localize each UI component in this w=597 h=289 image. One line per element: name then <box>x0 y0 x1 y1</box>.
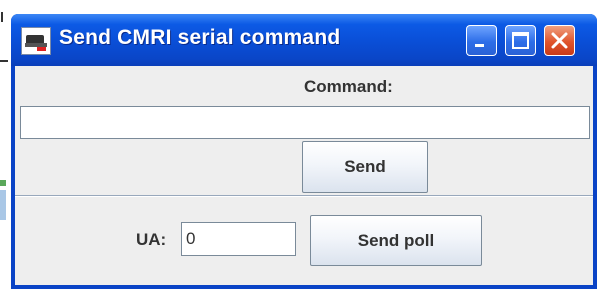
close-icon <box>551 32 568 49</box>
close-button[interactable] <box>544 25 575 56</box>
background-glyph <box>1 12 9 22</box>
title-bar[interactable]: Send CMRI serial command <box>11 14 597 66</box>
send-cmri-window: Send CMRI serial command Command: Send U… <box>11 14 597 289</box>
command-input[interactable] <box>20 106 590 139</box>
locomotive-icon <box>21 27 51 55</box>
send-button[interactable]: Send <box>302 141 428 193</box>
dialog-content: Command: Send UA: Send poll <box>15 66 593 285</box>
send-poll-button[interactable]: Send poll <box>310 215 482 266</box>
maximize-icon <box>512 32 529 49</box>
command-label: Command: <box>304 77 393 96</box>
ua-input[interactable] <box>181 222 296 256</box>
background-app-edge <box>0 0 10 289</box>
minimize-button[interactable] <box>466 25 497 56</box>
minimize-icon <box>475 44 484 47</box>
background-marker <box>0 180 6 186</box>
ua-label: UA: <box>136 230 167 249</box>
window-title: Send CMRI serial command <box>59 26 341 49</box>
section-divider <box>15 195 593 197</box>
maximize-button[interactable] <box>505 25 536 56</box>
background-line <box>0 60 8 62</box>
background-bar <box>0 190 6 220</box>
